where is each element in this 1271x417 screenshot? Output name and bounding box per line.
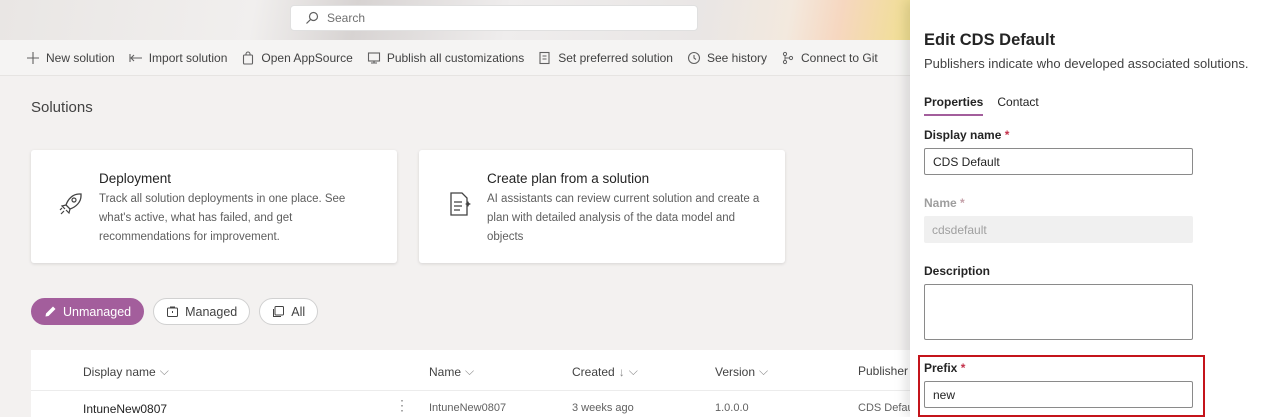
publish-icon	[367, 51, 380, 64]
create-plan-card-description: AI assistants can review current solutio…	[487, 193, 760, 243]
set-preferred-label: Set preferred solution	[558, 50, 673, 65]
panel-subtitle: Publishers indicate who developed associ…	[924, 56, 1249, 71]
row-display-name[interactable]: IntuneNew0807	[83, 402, 167, 416]
filter-managed[interactable]: Managed	[153, 298, 251, 325]
filter-all-label: All	[291, 304, 306, 319]
display-name-label-text: Display name	[924, 128, 1002, 142]
deployment-card[interactable]: Deployment Track all solution deployment…	[31, 150, 397, 263]
row-version: 1.0.0.0	[715, 402, 749, 414]
open-appsource-label: Open AppSource	[261, 50, 353, 65]
column-header-label: Version	[715, 364, 756, 379]
prefix-highlight-box	[918, 355, 1205, 417]
panel-tabs: Properties Contact	[924, 95, 1039, 116]
connect-to-git-label: Connect to Git	[800, 50, 878, 65]
column-header-version[interactable]: Version ⌵	[715, 364, 768, 379]
chevron-down-icon: ⌵	[628, 364, 638, 378]
solutions-table: Display name ⌵ Name ⌵ Created ↓ ⌵ Version ⌵ P…	[31, 350, 921, 417]
row-name: IntuneNew0807	[429, 402, 507, 414]
chevron-down-icon: ⌵	[465, 364, 475, 378]
column-header-label: Publisher	[858, 364, 909, 378]
new-solution-button[interactable]: New solution	[26, 51, 115, 65]
tab-properties[interactable]: Properties	[924, 95, 984, 116]
column-header-created[interactable]: Created ↓ ⌵	[572, 364, 638, 379]
search-box[interactable]: Search	[290, 5, 698, 31]
rocket-icon	[59, 193, 82, 215]
column-header-name[interactable]: Name ⌵	[429, 364, 474, 379]
name-field: cdsdefault	[924, 216, 1193, 243]
connect-to-git-button[interactable]: Connect to Git	[781, 51, 878, 65]
column-header-label: Name	[429, 364, 462, 379]
git-branch-icon	[782, 51, 794, 64]
table-row[interactable]: IntuneNew0807 ⋮ IntuneNew0807 3 weeks ag…	[31, 390, 921, 417]
stack-icon	[273, 306, 285, 317]
filter-managed-label: Managed	[185, 304, 238, 319]
solution-filter-pills: Unmanaged Managed All	[31, 298, 319, 325]
create-plan-card[interactable]: Create plan from a solution AI assistant…	[419, 150, 785, 263]
filter-unmanaged[interactable]: Unmanaged	[31, 298, 145, 325]
name-label: Name *	[924, 196, 965, 210]
see-history-label: See history	[706, 50, 767, 65]
publish-all-customizations-button[interactable]: Publish all customizations	[367, 51, 524, 65]
import-solution-label: Import solution	[148, 50, 228, 65]
required-mark: *	[960, 196, 965, 210]
edit-publisher-panel: Edit CDS Default Publishers indicate who…	[910, 0, 1271, 417]
import-arrow-icon	[129, 53, 142, 62]
search-icon	[306, 11, 319, 24]
plus-icon	[27, 51, 39, 64]
column-header-display-name[interactable]: Display name ⌵	[83, 364, 169, 379]
panel-title: Edit CDS Default	[924, 31, 1056, 49]
history-icon	[687, 51, 701, 64]
description-label: Description	[924, 264, 991, 278]
column-header-label: Created	[572, 364, 615, 379]
new-solution-label: New solution	[46, 50, 115, 65]
package-icon	[167, 306, 179, 317]
pencil-icon	[45, 306, 56, 317]
required-mark: *	[1004, 128, 1010, 142]
deployment-card-description: Track all solution deployments in one pl…	[99, 193, 346, 243]
sort-descending-icon: ↓	[618, 364, 625, 379]
create-plan-card-title: Create plan from a solution	[487, 171, 650, 186]
open-appsource-button[interactable]: Open AppSource	[241, 50, 353, 65]
filter-all[interactable]: All	[259, 298, 319, 325]
chevron-down-icon: ⌵	[759, 364, 769, 378]
deployment-card-title: Deployment	[99, 171, 172, 186]
set-preferred-solution-button[interactable]: Set preferred solution	[538, 51, 673, 65]
display-name-field[interactable]: CDS Default	[924, 148, 1193, 175]
document-sparkle-icon	[450, 192, 471, 216]
import-solution-button[interactable]: Import solution	[129, 50, 228, 65]
tab-contact[interactable]: Contact	[997, 95, 1038, 116]
search-placeholder: Search	[327, 11, 366, 25]
more-options-icon[interactable]: ⋮	[395, 397, 409, 414]
shopping-bag-icon	[243, 50, 254, 65]
chevron-down-icon: ⌵	[159, 364, 169, 378]
see-history-button[interactable]: See history	[687, 51, 767, 65]
display-name-label: Display name *	[924, 128, 1009, 142]
preferred-solution-icon	[539, 51, 550, 64]
column-header-publisher[interactable]: Publisher	[858, 364, 908, 378]
column-header-label: Display name	[83, 364, 156, 379]
name-label-text: Name	[924, 196, 957, 210]
description-field[interactable]	[924, 284, 1193, 340]
filter-unmanaged-label: Unmanaged	[63, 304, 132, 319]
row-created: 3 weeks ago	[572, 402, 634, 414]
page-title: Solutions	[31, 99, 93, 116]
publish-all-label: Publish all customizations	[386, 50, 525, 65]
